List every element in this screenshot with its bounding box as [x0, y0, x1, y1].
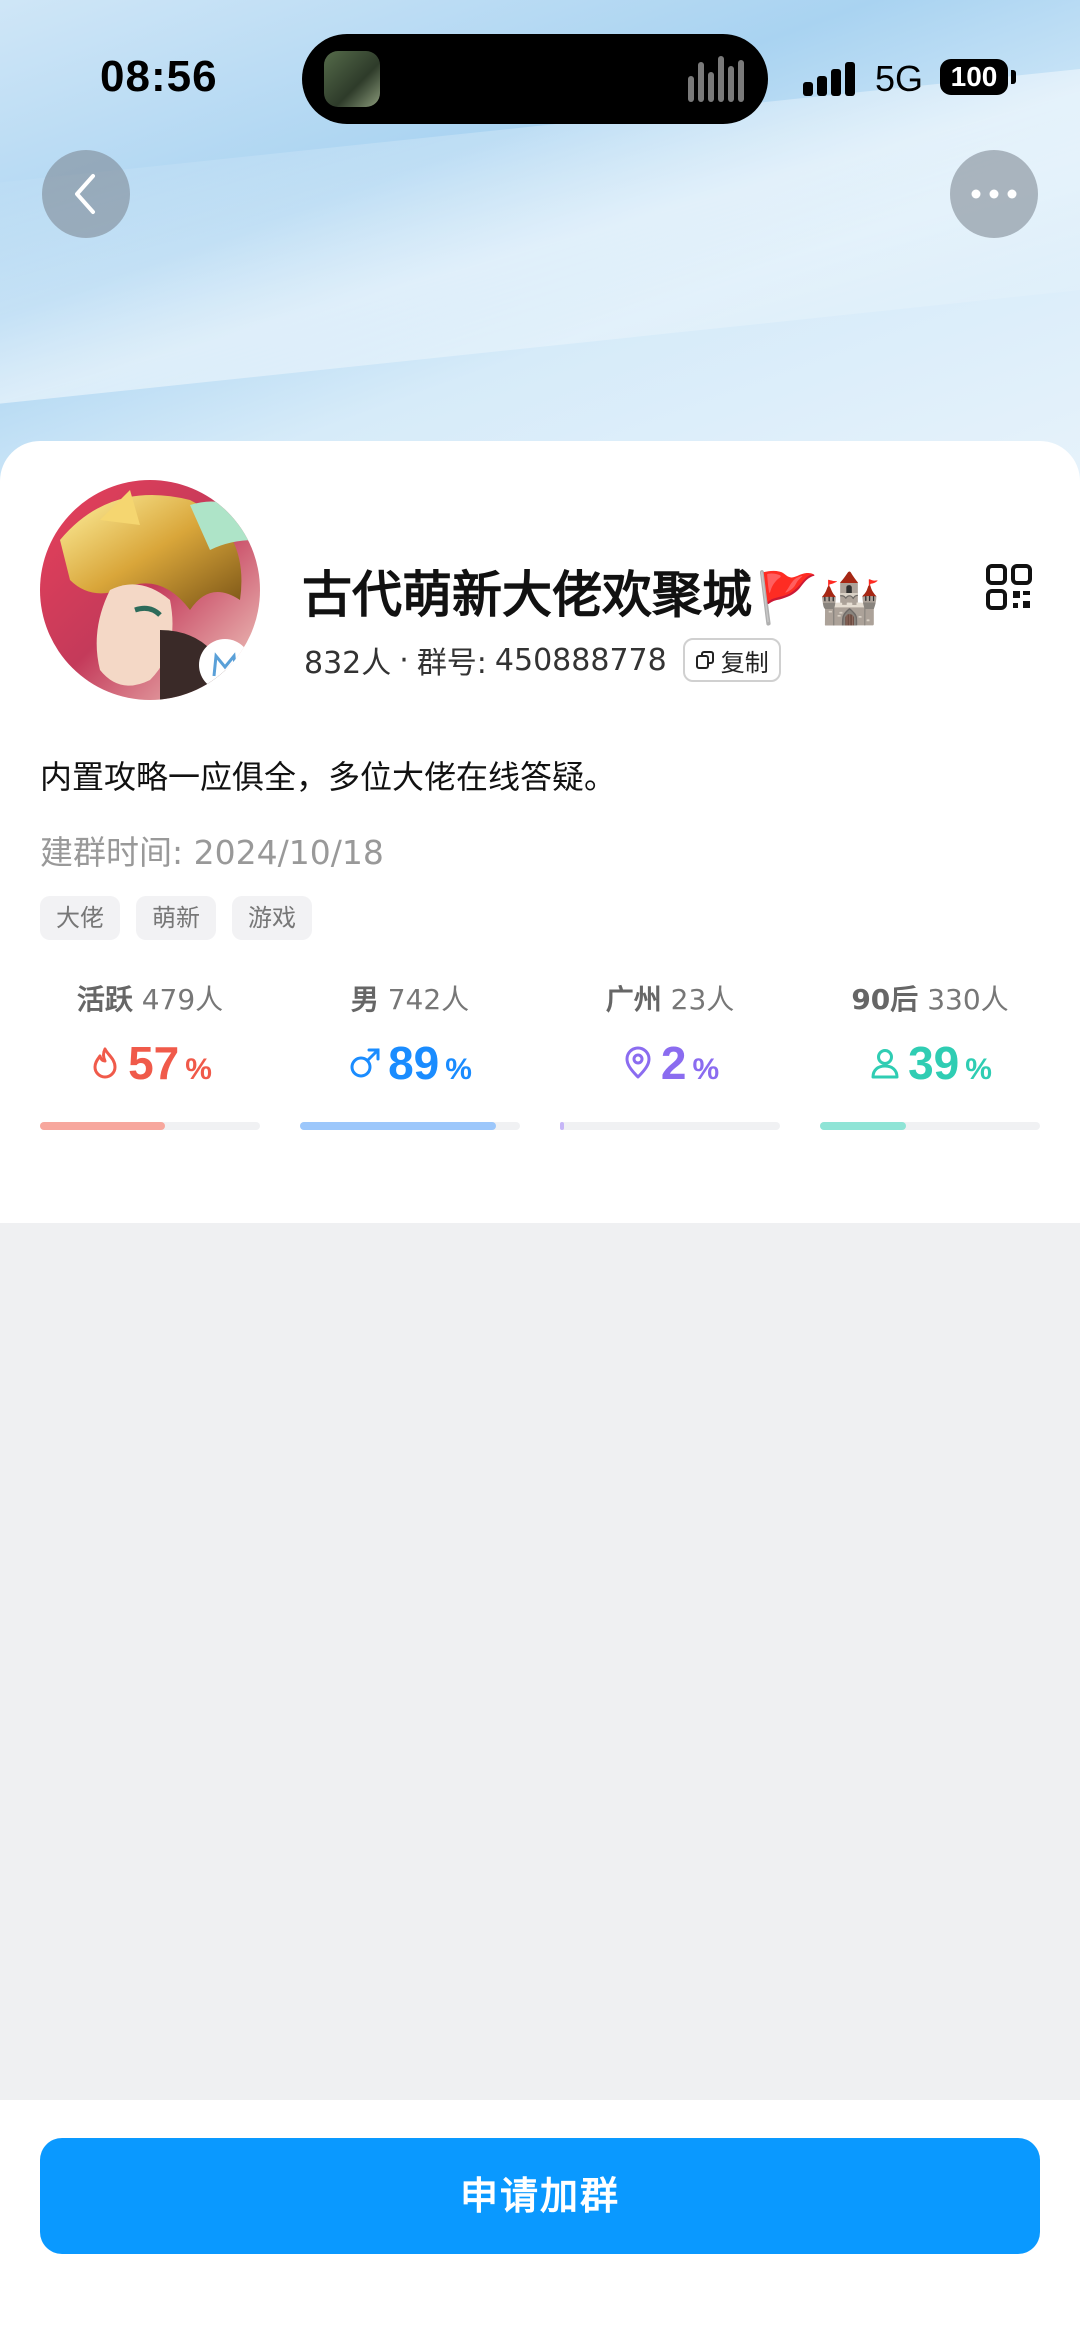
group-meta: 832人 · 群号: 450888778 复制 [304, 638, 781, 682]
copy-label: 复制 [720, 648, 769, 677]
stat-unit: % [692, 1053, 720, 1086]
qr-code-button[interactable] [985, 563, 1033, 611]
group-name-text: 古代萌新大佬欢聚城 [302, 566, 752, 624]
stat-gender[interactable]: 男 742人 89 % [300, 978, 520, 1138]
progress-fill [560, 1122, 565, 1130]
back-button[interactable] [42, 150, 130, 238]
progress-track [820, 1122, 1040, 1130]
member-count: 832人 [304, 646, 392, 681]
progress-track [40, 1122, 260, 1130]
created-date: 2024/10/18 [193, 833, 384, 872]
created-label: 建群时间: [40, 833, 184, 872]
status-time: 08:56 [100, 52, 218, 101]
group-avatar[interactable] [40, 480, 260, 700]
tag-item[interactable]: 游戏 [232, 896, 312, 940]
stat-value: 2 [660, 1037, 687, 1089]
stat-value: 57 [128, 1037, 180, 1089]
group-id: 450888778 [494, 642, 667, 678]
stats-row: 活跃 479人 57 % 男 742人 89 % 广州 23人 2 % 90后 … [40, 978, 1040, 1138]
group-name: 古代萌新大佬欢聚城🚩🏰 [302, 555, 881, 628]
stat-label: 男 742人 [350, 983, 470, 1016]
location-pin-icon [625, 1046, 651, 1079]
stat-label: 90后 330人 [851, 983, 1009, 1016]
tag-item[interactable]: 萌新 [136, 896, 216, 940]
dynamic-island[interactable] [302, 34, 768, 124]
bottom-action-bar: 申请加群 [0, 2100, 1080, 2347]
more-dots-icon [971, 189, 1017, 199]
audio-wave-icon [688, 56, 744, 102]
group-description: 内置攻略一应俱全，多位大佬在线答疑。 [40, 758, 617, 796]
progress-fill [40, 1122, 166, 1130]
network-type: 5G [875, 58, 924, 99]
group-id-label: 群号: [416, 646, 487, 681]
tag-item[interactable]: 大佬 [40, 896, 120, 940]
stat-value: 39 [908, 1037, 960, 1089]
status-bar: 08:56 5G 100 [0, 0, 1080, 150]
male-icon [350, 1048, 380, 1078]
signal-icon [803, 60, 859, 96]
stat-unit: % [185, 1053, 212, 1086]
qr-code-icon [986, 564, 1032, 610]
stat-label: 活跃 479人 [76, 983, 224, 1016]
more-button[interactable] [950, 150, 1038, 238]
battery-icon: 100 [940, 59, 1008, 95]
person-icon [871, 1049, 899, 1079]
stat-unit: % [965, 1053, 992, 1086]
progress-track [560, 1122, 780, 1130]
progress-fill [300, 1122, 496, 1130]
join-group-button[interactable]: 申请加群 [40, 2138, 1040, 2254]
stat-age[interactable]: 90后 330人 39 % [820, 978, 1040, 1138]
chevron-left-icon [75, 174, 95, 214]
progress-track [300, 1122, 520, 1130]
copy-icon [695, 651, 714, 669]
stat-label: 广州 23人 [605, 983, 735, 1016]
tag-list: 大佬 萌新 游戏 [40, 896, 312, 940]
meta-separator: · [399, 642, 409, 678]
battery-tip [1011, 70, 1016, 84]
media-thumbnail [324, 51, 380, 107]
copy-button[interactable]: 复制 [682, 638, 781, 682]
stat-value: 89 [388, 1037, 440, 1089]
stat-active[interactable]: 活跃 479人 57 % [40, 978, 260, 1138]
stat-location[interactable]: 广州 23人 2 % [560, 978, 780, 1138]
stat-unit: % [445, 1053, 472, 1086]
created-time: 建群时间: 2024/10/18 [40, 826, 384, 874]
progress-fill [820, 1122, 906, 1130]
group-name-emoji: 🚩🏰 [756, 569, 881, 627]
fire-icon [93, 1047, 117, 1079]
